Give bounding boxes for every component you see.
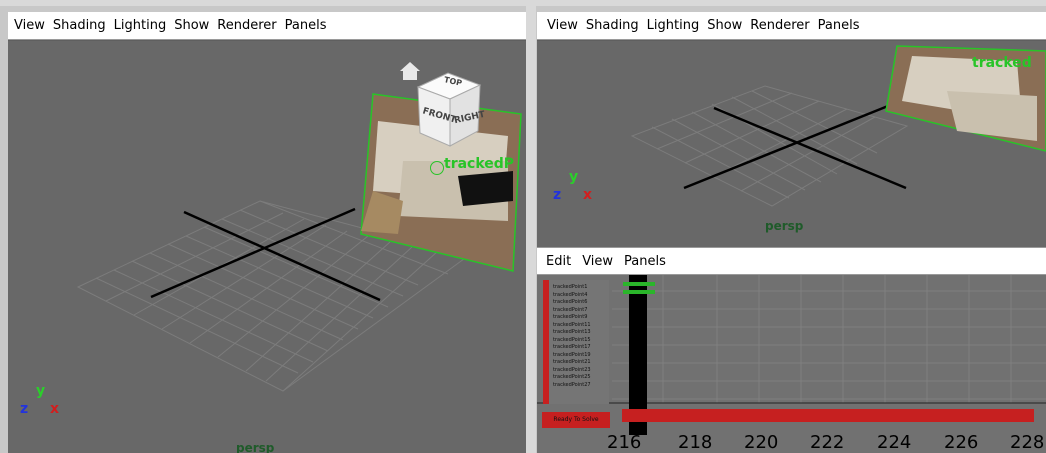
scene-svg-left: [76, 62, 522, 392]
axis-x-label: x: [583, 187, 593, 203]
camera-label-left: persp: [236, 441, 275, 453]
window-top-frame: [0, 0, 1046, 6]
axis-z-label: z: [553, 187, 562, 203]
menu-panels[interactable]: Panels: [285, 18, 327, 33]
status-badge: Ready To Solve: [542, 412, 610, 428]
list-item[interactable]: trackedPoint23: [553, 367, 591, 373]
axis-indicator-right: y z x: [553, 169, 593, 209]
outliner-selection-bar: [543, 280, 549, 404]
menu-panels[interactable]: Panels: [624, 254, 666, 269]
graph-editor-menubar: Edit View Panels: [537, 247, 1046, 275]
menu-shading[interactable]: Shading: [53, 18, 106, 33]
list-item[interactable]: trackedPoint21: [553, 359, 591, 365]
menu-view[interactable]: View: [582, 254, 613, 269]
frame-tick-216: 216: [607, 432, 642, 453]
camera-label-right: persp: [765, 219, 804, 233]
list-item[interactable]: trackedPoint25: [553, 374, 591, 380]
panel-divider[interactable]: [526, 0, 536, 453]
menu-show[interactable]: Show: [707, 18, 742, 33]
solve-range-bar[interactable]: [622, 409, 1034, 422]
menu-view[interactable]: View: [547, 18, 578, 33]
list-item[interactable]: trackedPoint15: [553, 337, 591, 343]
left-viewport-panel: View Shading Lighting Show Renderer Pane…: [8, 12, 526, 453]
list-item[interactable]: trackedPoint7: [553, 307, 587, 313]
menu-renderer[interactable]: Renderer: [750, 18, 809, 33]
list-item[interactable]: trackedPoint19: [553, 352, 591, 358]
tracked-point-label: trackedP: [444, 156, 515, 172]
axis-y-label: y: [569, 169, 579, 185]
list-item[interactable]: trackedPoint17: [553, 344, 591, 350]
axis-z-label: z: [20, 401, 29, 417]
axis-indicator-left: y z x: [20, 383, 60, 423]
list-item[interactable]: trackedPoint1: [553, 284, 587, 290]
persp-viewport-right[interactable]: tracked y z x persp: [537, 41, 1046, 247]
list-item[interactable]: trackedPoint13: [553, 329, 591, 335]
frame-tick-218: 218: [678, 432, 713, 453]
keyframe-highlight[interactable]: [623, 282, 655, 286]
menu-lighting[interactable]: Lighting: [114, 18, 167, 33]
menu-shading[interactable]: Shading: [586, 18, 639, 33]
keyframe-highlight[interactable]: [623, 290, 655, 294]
persp-viewport-left[interactable]: TOP FRONT RIGHT trackedP y z x persp: [8, 41, 526, 453]
outliner-list: trackedPoint1 trackedPoint4 trackedPoint…: [543, 280, 609, 404]
menu-show[interactable]: Show: [174, 18, 209, 33]
list-item[interactable]: trackedPoint4: [553, 292, 587, 298]
frame-tick-220: 220: [744, 432, 779, 453]
list-item[interactable]: trackedPoint9: [553, 314, 587, 320]
menu-lighting[interactable]: Lighting: [647, 18, 700, 33]
frame-tick-222: 222: [810, 432, 845, 453]
right-panel-menubar: View Shading Lighting Show Renderer Pane…: [537, 12, 1046, 40]
home-icon[interactable]: [400, 62, 420, 80]
list-item[interactable]: trackedPoint27: [553, 382, 591, 388]
graph-grid: [537, 275, 1046, 404]
frame-tick-228: 228: [1010, 432, 1045, 453]
list-item[interactable]: trackedPoint11: [553, 322, 591, 328]
graph-editor-area[interactable]: trackedPoint1 trackedPoint4 trackedPoint…: [537, 275, 1046, 453]
left-panel-menubar: View Shading Lighting Show Renderer Pane…: [8, 12, 526, 40]
frame-tick-224: 224: [877, 432, 912, 453]
tracked-point-label: tracked: [972, 55, 1032, 71]
locator-icon[interactable]: [430, 161, 444, 175]
ground-grid: [630, 85, 909, 207]
menu-panels[interactable]: Panels: [818, 18, 860, 33]
menu-edit[interactable]: Edit: [546, 254, 571, 269]
menu-view[interactable]: View: [14, 18, 45, 33]
axis-y-label: y: [36, 383, 46, 399]
menu-renderer[interactable]: Renderer: [217, 18, 276, 33]
right-top-viewport-panel: View Shading Lighting Show Renderer Pane…: [537, 12, 1046, 247]
axis-x-label: x: [50, 401, 60, 417]
frame-tick-226: 226: [944, 432, 979, 453]
scene-svg-right: [630, 45, 1046, 207]
list-item[interactable]: trackedPoint6: [553, 299, 587, 305]
